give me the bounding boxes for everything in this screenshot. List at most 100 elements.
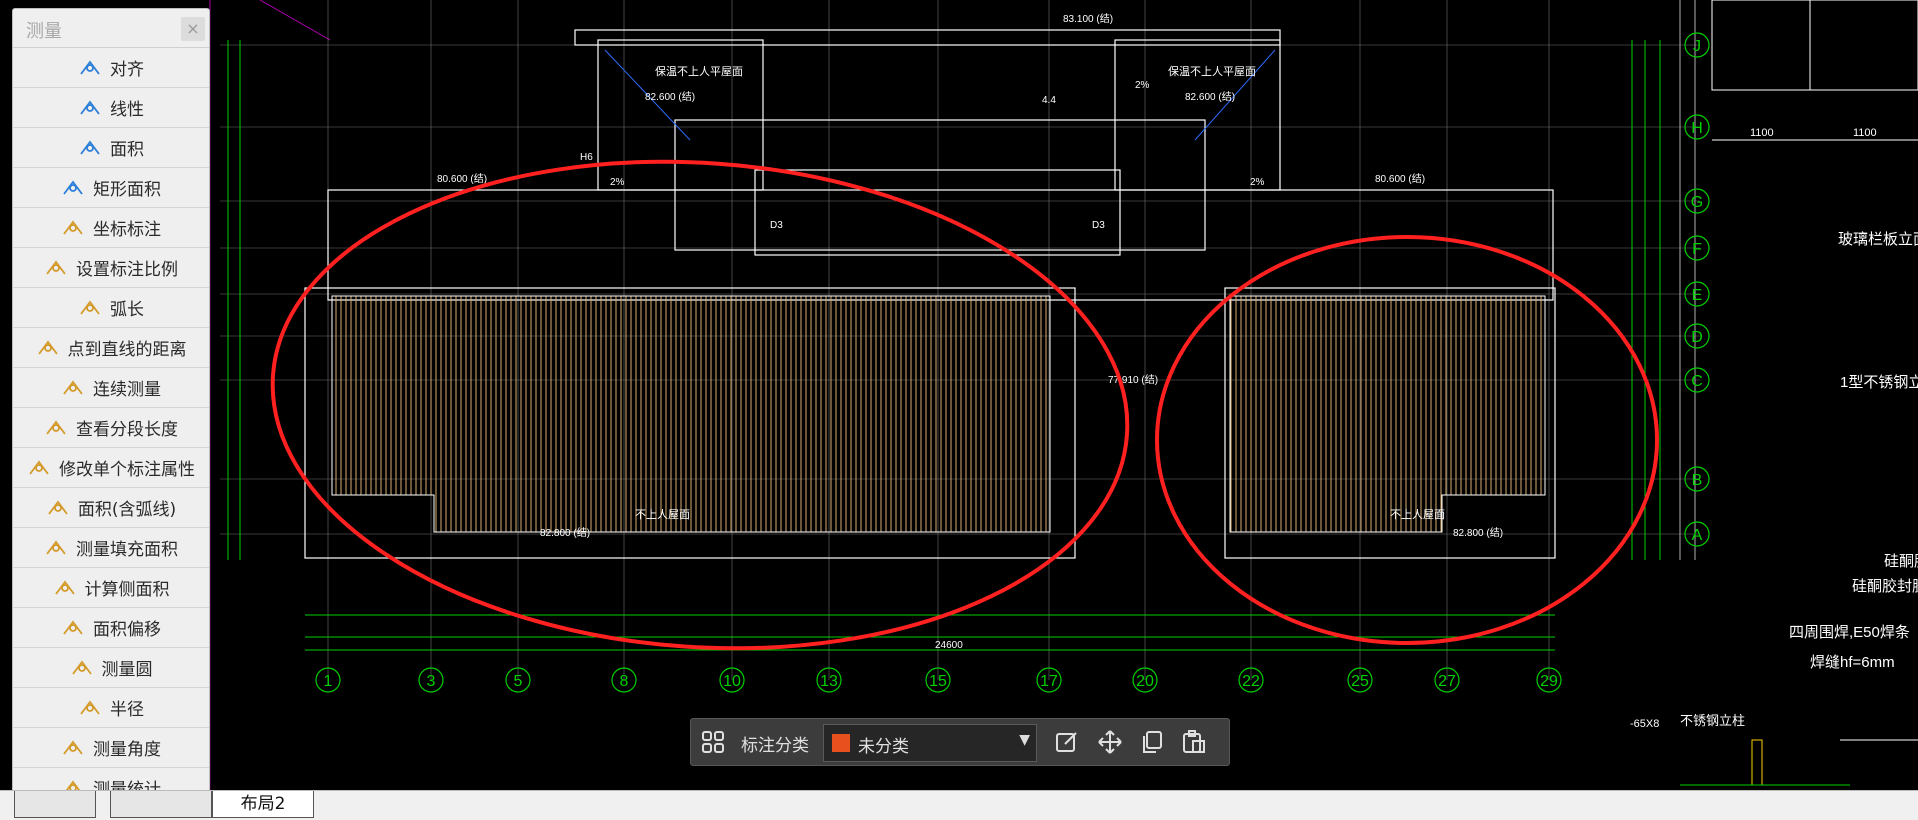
label-text: H6 (580, 152, 593, 163)
tool-label: 半径 (110, 700, 144, 720)
tool-circle-measure[interactable]: 测量圆 (13, 648, 209, 688)
move-icon[interactable] (1096, 728, 1124, 756)
axis-label: 29 (1540, 673, 1558, 690)
tool-hatch-area[interactable]: 测量填充面积 (13, 528, 209, 568)
tool-label: 坐标标注 (93, 220, 161, 240)
grid-icon[interactable] (699, 728, 727, 756)
align-measure-icon (78, 57, 104, 79)
tab-layout1[interactable] (110, 791, 212, 818)
tool-arc-length[interactable]: 弧长 (13, 288, 209, 328)
axis-label: E (1692, 287, 1703, 304)
axis-label: 27 (1438, 673, 1456, 690)
edit-icon[interactable] (1053, 728, 1081, 756)
category-color-swatch (832, 734, 850, 752)
linear-measure-icon (78, 97, 104, 119)
roof-label: 保温不上人平屋面 (655, 64, 743, 78)
tool-label: 查看分段长度 (76, 420, 178, 440)
tool-side-area[interactable]: 计算侧面积 (13, 568, 209, 608)
axis-label: A (1692, 527, 1703, 544)
axis-label: B (1692, 472, 1703, 489)
tool-label: 面积偏移 (93, 620, 161, 640)
slope-text: 2% (1250, 177, 1265, 188)
tool-align-measure[interactable]: 对齐 (13, 48, 209, 88)
panel-title: 测量 (26, 21, 62, 42)
measure-panel: 测量 × 对齐线性面积矩形面积坐标标注设置标注比例弧长点到直线的距离 连续测量查看… (12, 8, 210, 812)
axis-label: J (1693, 38, 1701, 55)
measure-panel-header[interactable]: 测量 × (13, 9, 209, 48)
cad-drawing: 1 3 5 8 10 13 15 17 20 22 25 27 29 J H G… (209, 0, 1918, 790)
side-area-icon (53, 577, 79, 599)
elevation-text: 80.600 (结) (1375, 172, 1425, 185)
radius-icon (78, 697, 104, 719)
roof-label: 不上人屋面 (1390, 508, 1445, 521)
label-text: 4.4 (1042, 95, 1056, 106)
tool-area-offset[interactable]: 面积偏移 (13, 608, 209, 648)
tool-label: 设置标注比例 (76, 260, 178, 280)
continuous-measure-icon (61, 377, 87, 399)
rect-area-icon (61, 177, 87, 199)
category-value: 未分类 (858, 737, 909, 757)
category-label: 标注分类 (741, 736, 809, 756)
arc-area-icon (46, 497, 72, 519)
area-icon (78, 137, 104, 159)
slope-text: 2% (610, 177, 625, 188)
axis-label: G (1691, 194, 1703, 211)
elevation-text: 82.600 (结) (645, 90, 695, 103)
tool-edit-annotation[interactable]: 修改单个标注属性 (13, 448, 209, 488)
roof-label: 不上人屋面 (635, 508, 690, 521)
tool-label: 面积 (110, 140, 144, 160)
tool-area[interactable]: 面积 (13, 128, 209, 168)
tool-label: 点到直线的距离 (67, 340, 187, 360)
scale-icon (44, 257, 70, 279)
axis-label: 15 (929, 673, 947, 690)
tab-model[interactable] (14, 791, 96, 818)
axis-label: 10 (723, 673, 741, 690)
axis-label: 3 (427, 673, 436, 690)
tool-point-line-distance[interactable]: 点到直线的距离 (13, 328, 209, 368)
note-text: 焊缝hf=6mm (1810, 654, 1895, 671)
close-icon[interactable]: × (181, 17, 205, 41)
segment-length-icon (44, 417, 70, 439)
tool-list: 对齐线性面积矩形面积坐标标注设置标注比例弧长点到直线的距离 连续测量查看分段长度修… (13, 48, 209, 808)
tool-angle[interactable]: 测量角度 (13, 728, 209, 768)
axis-label: 20 (1136, 673, 1154, 690)
hatch-area-icon (44, 537, 70, 559)
axis-label: F (1692, 241, 1702, 258)
axis-label: H (1691, 120, 1703, 137)
note-text: 硅酮胶 (1884, 553, 1918, 570)
category-select[interactable]: 未分类 ▼ (823, 724, 1037, 762)
tool-label: 连续测量 (93, 380, 161, 400)
dimension-text: 1100 (1853, 127, 1877, 139)
point-line-distance-icon (36, 337, 62, 359)
tab-layout2[interactable]: 布局2 (212, 791, 314, 818)
coordinate-icon (61, 217, 87, 239)
tool-coordinate[interactable]: 坐标标注 (13, 208, 209, 248)
layout-tab-bar: 布局2 (0, 790, 1918, 820)
label-text: D3 (1092, 220, 1105, 231)
axis-label: 25 (1351, 673, 1369, 690)
tool-label: 线性 (110, 100, 144, 120)
tool-label: 测量角度 (93, 740, 161, 760)
annotation-toolbar: 标注分类 未分类 ▼ (690, 718, 1230, 766)
chevron-down-icon: ▼ (1019, 732, 1030, 748)
axis-label: D (1691, 329, 1703, 346)
note-text: 四周围焊,E50焊条 (1789, 624, 1910, 641)
tool-linear-measure[interactable]: 线性 (13, 88, 209, 128)
tool-arc-area[interactable]: 面积(含弧线) (13, 488, 209, 528)
axis-label: C (1691, 373, 1703, 390)
copy-icon[interactable] (1138, 728, 1166, 756)
tool-radius[interactable]: 半径 (13, 688, 209, 728)
tool-label: 测量圆 (101, 660, 153, 680)
tool-scale[interactable]: 设置标注比例 (13, 248, 209, 288)
circle-measure-icon (70, 657, 96, 679)
tool-segment-length[interactable]: 查看分段长度 (13, 408, 209, 448)
elevation-text: 82.800 (结) (1453, 526, 1503, 539)
paste-icon[interactable] (1180, 728, 1208, 756)
tool-label: 矩形面积 (93, 180, 161, 200)
tool-continuous-measure[interactable]: 连续测量 (13, 368, 209, 408)
tool-label: 对齐 (110, 60, 144, 80)
axis-label: 8 (620, 673, 629, 690)
axis-label: 22 (1242, 673, 1260, 690)
tool-rect-area[interactable]: 矩形面积 (13, 168, 209, 208)
cad-drawing-canvas[interactable]: 1 3 5 8 10 13 15 17 20 22 25 27 29 J H G… (0, 0, 1918, 790)
